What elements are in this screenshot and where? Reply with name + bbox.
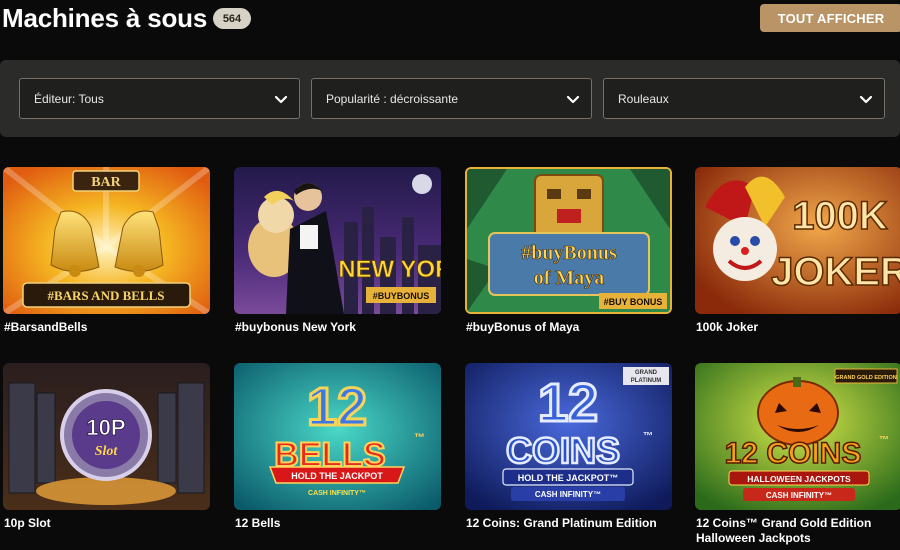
game-title[interactable]: 12 Coins™ Grand Gold Edition Halloween J… <box>696 516 896 546</box>
maya-badge-label: #BUY BONUS <box>604 297 663 307</box>
chevron-down-icon <box>274 95 288 104</box>
game-title[interactable]: 10p Slot <box>4 516 204 531</box>
page-title: Machines à sous <box>2 3 208 33</box>
bars-logo-label: #BARS AND BELLS <box>47 288 164 303</box>
tenp-line2-label: Slot <box>95 444 119 459</box>
coins-word-label: COINS <box>506 430 620 471</box>
game-thumbnail[interactable]: 100K JOKER <box>695 167 900 314</box>
halloween-sub-label: CASH INFINITY™ <box>766 491 832 500</box>
chevron-down-icon <box>566 95 580 104</box>
page-header: Machines à sous 564 TOUT AFFICHER <box>0 0 900 44</box>
sort-select-label: Popularité : décroissante <box>326 91 459 106</box>
game-thumbnail[interactable]: GRAND PLATINUM 12 COINS ™ HOLD THE JACKP… <box>465 363 672 510</box>
publisher-select-label: Éditeur: Tous <box>34 91 104 106</box>
halloween-word-label: 12 COINS <box>725 437 862 470</box>
coins-corner2-label: PLATINUM <box>631 378 662 384</box>
bells-sub-label: CASH INFINITY™ <box>308 490 366 497</box>
bells-tm-label: ™ <box>414 432 425 444</box>
game-title[interactable]: #buyBonus of Maya <box>466 320 666 335</box>
publisher-select[interactable]: Éditeur: Tous <box>19 78 300 119</box>
game-title[interactable]: #buybonus New York <box>235 320 435 335</box>
maya-line1-label: #buyBonus <box>521 242 617 264</box>
coins-tm-label: ™ <box>643 431 653 442</box>
game-count-badge: 564 <box>213 8 251 29</box>
game-thumbnail[interactable]: 12 BELLS ™ HOLD THE JACKPOT CASH INFINIT… <box>234 363 441 510</box>
reels-select-label: Rouleaux <box>618 91 669 106</box>
bars-top-label: BAR <box>91 175 121 190</box>
filter-bar: Éditeur: Tous Popularité : décroissante … <box>0 60 900 137</box>
game-thumbnail[interactable]: 10P Slot <box>3 363 210 510</box>
coins-num-label: 12 <box>538 373 598 433</box>
game-thumbnail[interactable]: #buyBonus of Maya #BUY BONUS <box>465 167 672 314</box>
coins-banner-label: HOLD THE JACKPOT™ <box>518 473 619 483</box>
game-title[interactable]: #BarsandBells <box>4 320 204 335</box>
coins-corner1-label: GRAND <box>635 370 658 376</box>
halloween-banner-label: HALLOWEEN JACKPOTS <box>747 474 851 484</box>
reels-select[interactable]: Rouleaux <box>603 78 885 119</box>
bells-banner-label: HOLD THE JACKPOT <box>291 471 383 481</box>
game-thumbnail[interactable]: NEW YORK #BUYBONUS <box>234 167 441 314</box>
game-thumbnail[interactable]: GRAND GOLD EDITION 12 COINS ™ HALLOWEEN … <box>695 363 900 510</box>
coins-sub-label: CASH INFINITY™ <box>535 490 601 499</box>
game-title[interactable]: 12 Coins: Grand Platinum Edition <box>466 516 666 531</box>
joker-line1-label: 100K <box>792 194 888 238</box>
bells-num-label: 12 <box>307 377 367 437</box>
joker-line2-label: JOKER <box>771 250 900 294</box>
halloween-tm-label: ™ <box>879 435 889 446</box>
ny-badge-label: #BUYBONUS <box>373 291 430 301</box>
tenp-line1-label: 10P <box>86 415 125 440</box>
halloween-corner-label: GRAND GOLD EDITION <box>835 375 896 381</box>
game-thumbnail[interactable]: BAR #BARS AND BELLS <box>3 167 210 314</box>
game-title[interactable]: 100k Joker <box>696 320 896 335</box>
chevron-down-icon <box>859 95 873 104</box>
show-all-button[interactable]: TOUT AFFICHER <box>760 4 900 32</box>
game-title[interactable]: 12 Bells <box>235 516 435 531</box>
maya-line2-label: of Maya <box>534 267 605 289</box>
ny-title-label: NEW YORK <box>338 256 441 283</box>
sort-select[interactable]: Popularité : décroissante <box>311 78 592 119</box>
